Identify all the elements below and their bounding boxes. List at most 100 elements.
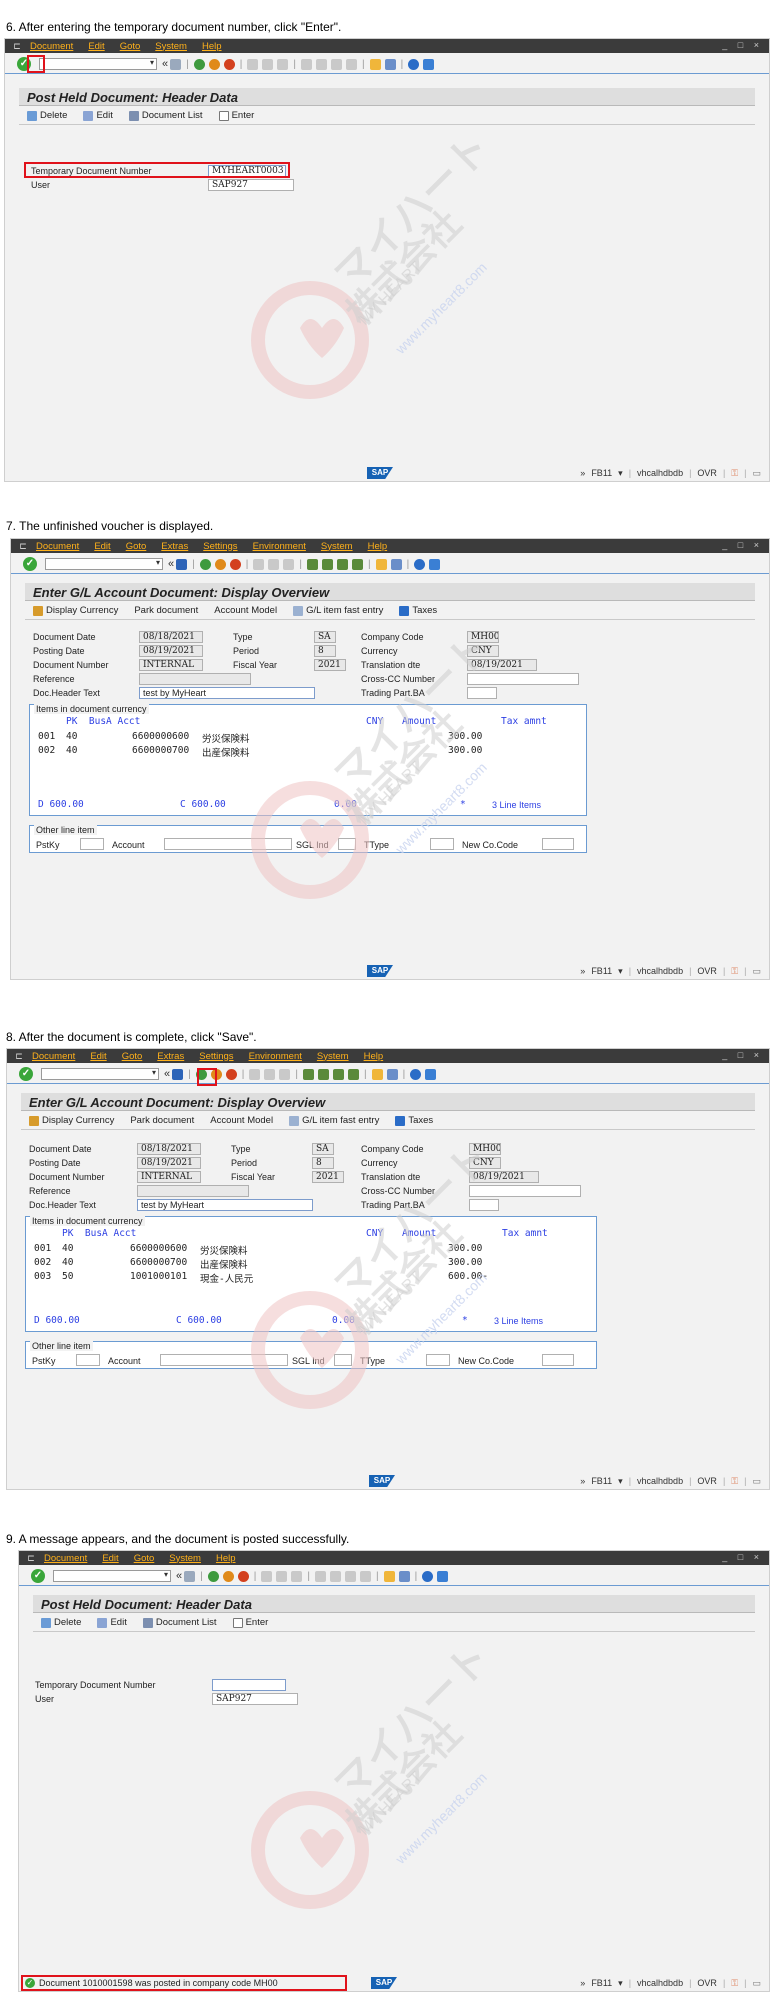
layout-icon[interactable]: ▭	[752, 1476, 761, 1487]
edit-button[interactable]: Edit	[83, 110, 113, 121]
save-icon[interactable]	[172, 1068, 184, 1080]
new-co-code-input[interactable]	[542, 1354, 574, 1366]
next-page-icon[interactable]	[344, 1570, 356, 1582]
new-session-icon[interactable]	[383, 1570, 395, 1582]
menu-environment[interactable]: Environment	[253, 541, 306, 552]
enter-button[interactable]: Enter	[232, 1617, 268, 1628]
customize-icon[interactable]	[437, 1570, 449, 1582]
window-controls-icon[interactable]: _ □ ×	[722, 40, 763, 50]
table-row[interactable]: 001 40 6600000600 労災保険料 300.00	[30, 731, 586, 745]
command-field[interactable]: ▾	[41, 1068, 159, 1080]
menu-system[interactable]: System	[155, 41, 187, 52]
delete-button[interactable]: Delete	[27, 110, 67, 121]
customize-icon[interactable]	[429, 558, 441, 570]
ttype-input[interactable]	[430, 838, 454, 850]
header-text-field[interactable]: test by MyHeart	[137, 1199, 313, 1211]
exit-icon[interactable]	[208, 58, 220, 70]
double-arrow-icon[interactable]: «	[162, 58, 168, 70]
menu-edit[interactable]: Edit	[88, 41, 104, 52]
last-page-icon[interactable]	[347, 1068, 359, 1080]
menu-goto[interactable]: Goto	[120, 41, 141, 52]
menu-document[interactable]: Document	[32, 1051, 75, 1062]
account-input[interactable]	[160, 1354, 288, 1366]
cancel-icon[interactable]	[229, 558, 241, 570]
menu-extras[interactable]: Extras	[157, 1051, 184, 1062]
account-input[interactable]	[164, 838, 292, 850]
command-field[interactable]: ▾	[53, 1570, 171, 1582]
prev-page-icon[interactable]	[329, 1570, 341, 1582]
find-next-icon[interactable]	[291, 1570, 303, 1582]
document-list-button[interactable]: Document List	[142, 1617, 217, 1628]
find-icon[interactable]	[264, 1068, 276, 1080]
menu-edit[interactable]: Edit	[90, 1051, 106, 1062]
help-icon[interactable]	[410, 1068, 422, 1080]
first-page-icon[interactable]	[314, 1570, 326, 1582]
park-document-button[interactable]: Park document	[130, 1115, 194, 1126]
enter-check-icon[interactable]: ✓	[23, 557, 37, 571]
menu-environment[interactable]: Environment	[249, 1051, 302, 1062]
exit-icon[interactable]	[222, 1570, 234, 1582]
menu-system[interactable]: System	[169, 1553, 201, 1564]
command-field[interactable]: ▾	[39, 58, 157, 70]
system-menu-icon[interactable]: ⊏	[10, 41, 24, 51]
delete-button[interactable]: Delete	[41, 1617, 81, 1628]
menu-system[interactable]: System	[317, 1051, 349, 1062]
chevron-down-icon[interactable]: ▾	[156, 558, 160, 567]
back-icon[interactable]	[199, 558, 211, 570]
trading-part-field[interactable]	[467, 687, 497, 699]
find-icon[interactable]	[268, 558, 280, 570]
last-page-icon[interactable]	[359, 1570, 371, 1582]
menu-goto[interactable]: Goto	[126, 541, 147, 552]
menu-edit[interactable]: Edit	[102, 1553, 118, 1564]
prev-page-icon[interactable]	[315, 58, 327, 70]
menu-document[interactable]: Document	[30, 41, 73, 52]
menu-help[interactable]: Help	[364, 1051, 384, 1062]
pstky-input[interactable]	[80, 838, 104, 850]
menu-goto[interactable]: Goto	[134, 1553, 155, 1564]
gl-fast-entry-button[interactable]: G/L item fast entry	[289, 1115, 379, 1126]
edit-button[interactable]: Edit	[97, 1617, 127, 1628]
first-page-icon[interactable]	[300, 58, 312, 70]
table-row[interactable]: 003 50 1001000101 現金-人民元 600.00-	[26, 1271, 596, 1285]
layout-icon[interactable]: ▭	[752, 966, 761, 977]
chevron-down-icon[interactable]: ▾	[164, 1570, 168, 1579]
back-icon[interactable]	[193, 58, 205, 70]
prev-page-icon[interactable]	[317, 1068, 329, 1080]
menu-help[interactable]: Help	[202, 41, 222, 52]
taxes-button[interactable]: Taxes	[395, 1115, 433, 1126]
shortcut-icon[interactable]	[398, 1570, 410, 1582]
table-row[interactable]: 002 40 6600000700 出産保険料 300.00	[26, 1257, 596, 1271]
menu-settings[interactable]: Settings	[199, 1051, 233, 1062]
next-page-icon[interactable]	[330, 58, 342, 70]
menu-edit[interactable]: Edit	[94, 541, 110, 552]
menu-extras[interactable]: Extras	[161, 541, 188, 552]
prev-page-icon[interactable]	[321, 558, 333, 570]
find-icon[interactable]	[276, 1570, 288, 1582]
save-icon[interactable]	[176, 558, 188, 570]
display-currency-button[interactable]: Display Currency	[29, 1115, 114, 1126]
new-session-icon[interactable]	[371, 1068, 383, 1080]
system-menu-icon[interactable]: ⊏	[24, 1553, 38, 1563]
save-icon[interactable]	[184, 1570, 196, 1582]
last-page-icon[interactable]	[345, 58, 357, 70]
new-session-icon[interactable]	[369, 58, 381, 70]
display-currency-button[interactable]: Display Currency	[33, 605, 118, 616]
chevron-down-icon[interactable]: ▾	[150, 58, 154, 67]
menu-help[interactable]: Help	[216, 1553, 236, 1564]
window-controls-icon[interactable]: _ □ ×	[722, 1050, 763, 1060]
window-controls-icon[interactable]: _ □ ×	[722, 540, 763, 550]
customize-icon[interactable]	[423, 58, 435, 70]
enter-check-icon[interactable]: ✓	[19, 1067, 33, 1081]
customize-icon[interactable]	[425, 1068, 437, 1080]
find-next-icon[interactable]	[279, 1068, 291, 1080]
cancel-icon[interactable]	[223, 58, 235, 70]
sgl-ind-input[interactable]	[334, 1354, 352, 1366]
pstky-input[interactable]	[76, 1354, 100, 1366]
table-row[interactable]: 001 40 6600000600 労災保険料 300.00	[26, 1243, 596, 1257]
find-next-icon[interactable]	[277, 58, 289, 70]
new-co-code-input[interactable]	[542, 838, 574, 850]
find-icon[interactable]	[262, 58, 274, 70]
cross-cc-field[interactable]	[467, 673, 579, 685]
save-icon[interactable]	[170, 58, 182, 70]
shortcut-icon[interactable]	[390, 558, 402, 570]
